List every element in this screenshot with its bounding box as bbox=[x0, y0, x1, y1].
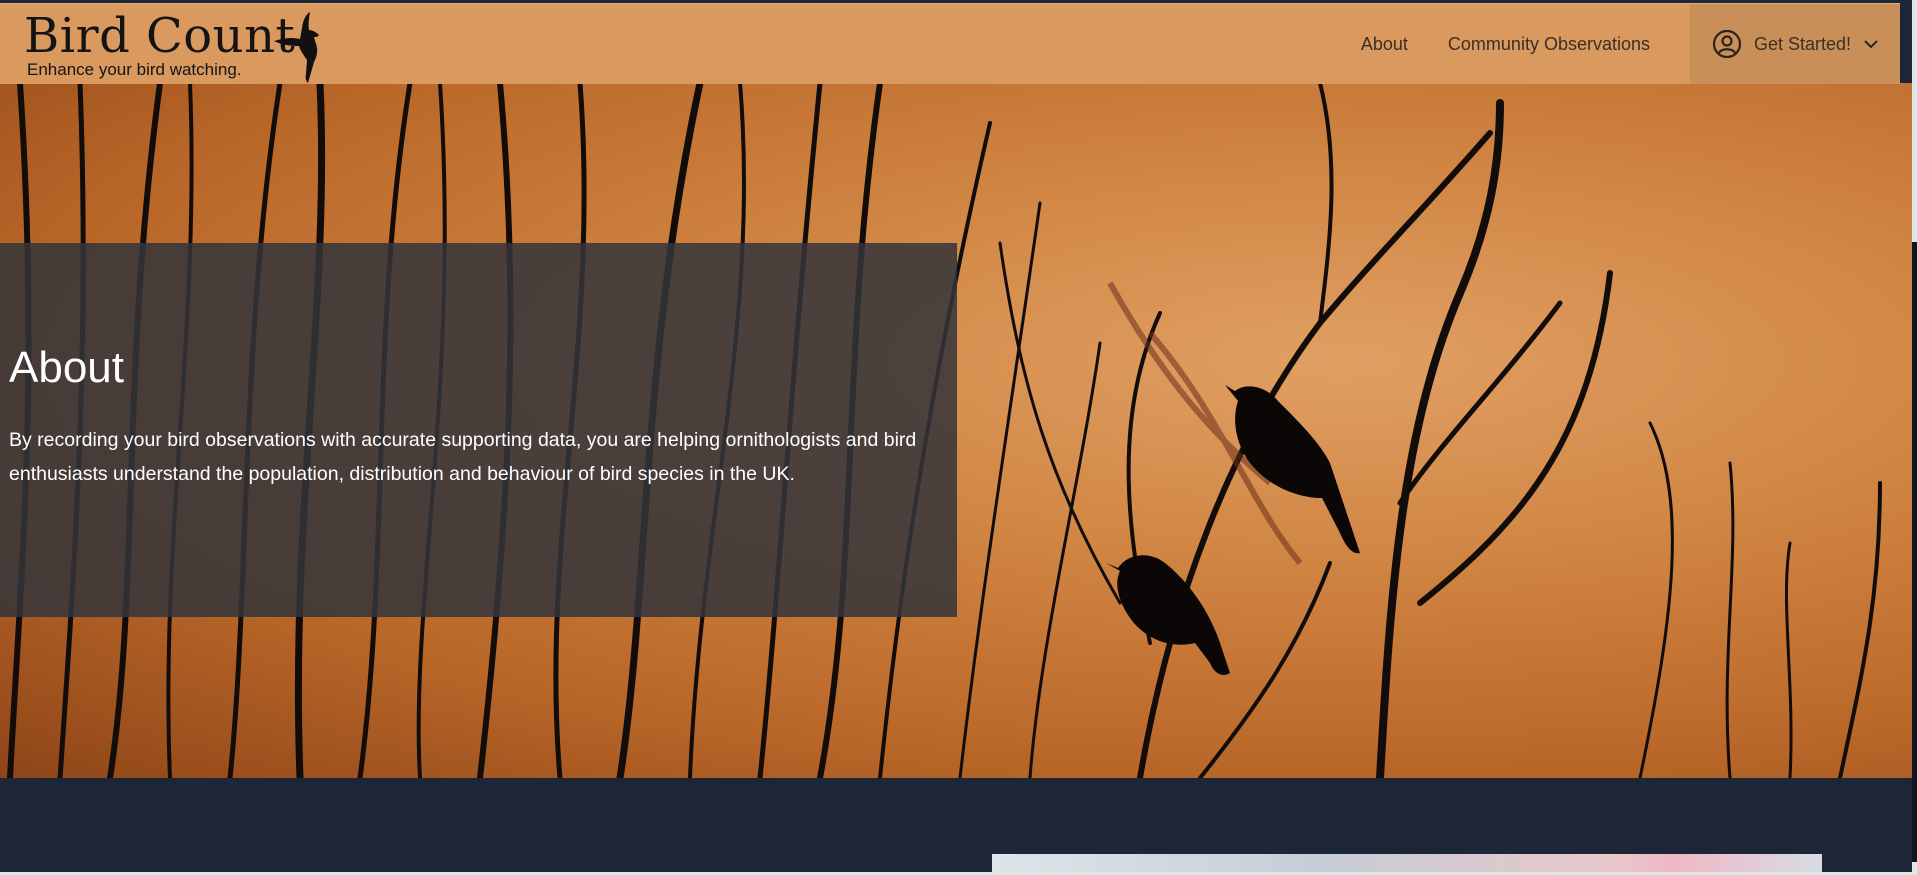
bird-logo-icon bbox=[274, 12, 319, 83]
get-started-dropdown[interactable]: Get Started! bbox=[1690, 4, 1900, 84]
get-started-label: Get Started! bbox=[1754, 33, 1852, 54]
chevron-down-icon bbox=[1864, 40, 1878, 49]
page: Bird Count Enhance your bird watching. A… bbox=[0, 0, 1912, 872]
nav-link-about[interactable]: About bbox=[1361, 34, 1408, 55]
about-description: By recording your bird observations with… bbox=[9, 429, 917, 485]
nav-link-community-observations[interactable]: Community Observations bbox=[1448, 34, 1650, 55]
scrollbar-thumb[interactable] bbox=[1912, 242, 1917, 862]
navbar: Bird Count Enhance your bird watching. A… bbox=[0, 3, 1900, 84]
nav-links: About Community Observations Get Started… bbox=[1361, 4, 1900, 84]
brand-title: Bird Count bbox=[24, 8, 296, 64]
hero-section: About By recording your bird observation… bbox=[0, 83, 1912, 778]
brand[interactable]: Bird Count Enhance your bird watching. bbox=[24, 8, 295, 80]
section-image bbox=[992, 854, 1822, 872]
user-circle-icon bbox=[1712, 29, 1742, 59]
content-section bbox=[0, 778, 1912, 872]
about-heading: About bbox=[9, 343, 124, 392]
about-overlay: About By recording your bird observation… bbox=[0, 243, 957, 617]
